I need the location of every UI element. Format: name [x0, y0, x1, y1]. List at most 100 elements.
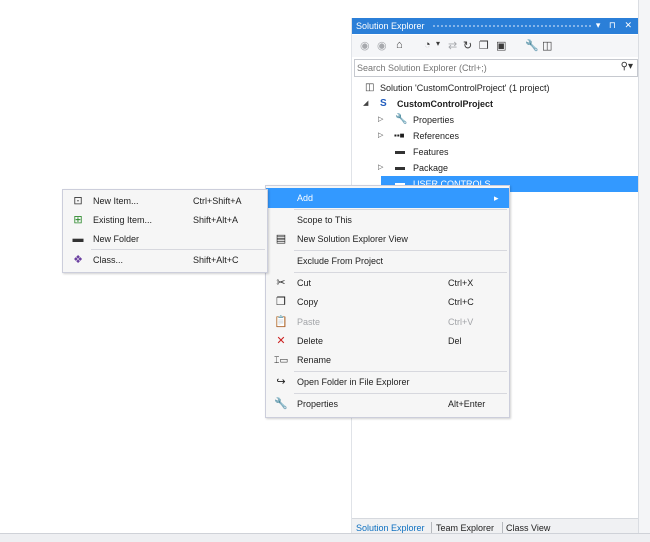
submenu-arrow-icon: ▸ [494, 193, 499, 203]
menu-item-scope-to-this[interactable]: Scope to This [266, 210, 509, 230]
collapse-all-icon[interactable]: ❐ [479, 39, 489, 52]
menu-item-label: Rename [297, 355, 332, 365]
menu-item-shortcut: Del [448, 336, 462, 346]
tree-project[interactable]: ◢ S CustomControlProject [352, 96, 638, 112]
menu-item-rename[interactable]: ⌶▭ Rename [266, 350, 509, 370]
sync-icon[interactable]: ⇄ [448, 39, 457, 52]
menu-item-label: Existing Item... [93, 215, 153, 225]
tree-item-label: Properties [413, 115, 455, 125]
menu-item-shortcut: Alt+Enter [448, 399, 486, 409]
home-icon[interactable]: ⌂ [396, 39, 403, 51]
tab-divider [502, 522, 503, 533]
tab-class-view[interactable]: Class View [506, 523, 550, 533]
menu-item-label: New Folder [93, 234, 140, 244]
context-menu: Add ▸ Scope to This ▤ New Solution Explo… [265, 185, 510, 418]
open-folder-icon: ↪ [276, 376, 286, 388]
search-box[interactable]: ⚲▾ [354, 59, 638, 77]
search-input[interactable] [357, 61, 607, 74]
folder-icon: ▬ [395, 146, 405, 157]
menu-item-paste[interactable]: 📋 Paste Ctrl+V [266, 312, 509, 332]
properties-icon[interactable]: 🔧 [525, 39, 539, 52]
class-icon: ❖ [73, 254, 83, 266]
add-submenu: ⊡ New Item... Ctrl+Shift+A ⊞ Existing It… [62, 189, 268, 273]
menu-item-label: Open Folder in File Explorer [297, 377, 410, 387]
solution-explorer-titlebar: Solution Explorer ▾ ⊓ ✕ [352, 18, 638, 34]
expand-arrow-icon[interactable]: ▷ [378, 128, 383, 144]
submenu-item-class[interactable]: ❖ Class... Shift+Alt+C [63, 250, 267, 270]
tab-team-explorer[interactable]: Team Explorer [436, 523, 494, 533]
wrench-icon: 🔧 [274, 398, 288, 410]
copy-icon: ❐ [276, 296, 286, 308]
tree-item-features[interactable]: ▬ Features [352, 144, 638, 160]
menu-item-shortcut: Ctrl+X [448, 278, 474, 288]
menu-item-label: Delete [297, 336, 324, 346]
menu-item-open-folder[interactable]: ↪ Open Folder in File Explorer [266, 372, 509, 392]
menu-item-shortcut: Ctrl+Shift+A [193, 196, 242, 206]
project-icon: S [380, 98, 387, 109]
menu-item-label: Exclude From Project [297, 256, 384, 266]
submenu-item-existing-item[interactable]: ⊞ Existing Item... Shift+Alt+A [63, 210, 267, 230]
menu-item-shortcut: Shift+Alt+C [193, 255, 239, 265]
menu-item-label: Properties [297, 399, 339, 409]
menu-item-label: Scope to This [297, 215, 352, 225]
menu-item-exclude-from-project[interactable]: Exclude From Project [266, 251, 509, 271]
tab-solution-explorer[interactable]: Solution Explorer [356, 523, 425, 533]
menu-item-label: Copy [297, 297, 319, 307]
menu-item-label: New Solution Explorer View [297, 234, 408, 244]
rename-icon: ⌶▭ [274, 355, 288, 365]
preview-icon[interactable]: ◫ [542, 39, 552, 52]
tree-item-package[interactable]: ▷ ▬ Package [352, 160, 638, 176]
new-item-icon: ⊡ [73, 195, 83, 207]
menu-item-label: Add [297, 193, 314, 203]
paste-icon: 📋 [274, 316, 288, 328]
menu-item-delete[interactable]: ✕ Delete Del [266, 331, 509, 351]
menu-item-shortcut: Ctrl+V [448, 317, 474, 327]
search-icon[interactable]: ⚲▾ [621, 61, 633, 72]
new-folder-icon: ▬ [72, 233, 84, 245]
refresh-icon[interactable]: ↻ [463, 39, 472, 52]
submenu-item-new-item[interactable]: ⊡ New Item... Ctrl+Shift+A [63, 191, 267, 211]
tree-item-references[interactable]: ▷ ▪▪■ References [352, 128, 638, 144]
solution-icon: ◫ [365, 82, 375, 93]
tree-solution-label: Solution 'CustomControlProject' (1 proje… [380, 83, 550, 93]
tree-item-label: Features [413, 147, 449, 157]
menu-item-cut[interactable]: ✂ Cut Ctrl+X [266, 273, 509, 293]
menu-item-properties[interactable]: 🔧 Properties Alt+Enter [266, 394, 509, 414]
tree-item-label: References [413, 131, 460, 141]
title-buttons[interactable]: ▾ ⊓ ✕ [596, 20, 635, 31]
collapse-arrow-icon[interactable]: ◢ [363, 96, 368, 112]
menu-item-new-solution-explorer-view[interactable]: ▤ New Solution Explorer View [266, 229, 509, 249]
delete-icon: ✕ [276, 335, 286, 347]
expand-arrow-icon[interactable]: ▷ [378, 160, 383, 176]
expand-arrow-icon[interactable]: ▷ [378, 112, 383, 128]
tree-item-label: Package [413, 163, 449, 173]
menu-item-label: Class... [93, 255, 124, 265]
existing-item-icon: ⊞ [73, 214, 83, 226]
menu-item-label: New Item... [93, 196, 139, 206]
panel-title: Solution Explorer [356, 21, 425, 31]
tree-project-label: CustomControlProject [397, 99, 494, 109]
show-all-files-icon[interactable]: ▣ [496, 39, 506, 52]
forward-icon[interactable]: ◉ [377, 39, 387, 52]
title-grip [432, 24, 592, 29]
package-icon: ▬ [395, 162, 405, 173]
menu-item-label: Paste [297, 317, 321, 327]
submenu-item-new-folder[interactable]: ▬ New Folder [63, 229, 267, 249]
history-icon[interactable]: ◔ [424, 39, 431, 51]
menu-item-add[interactable]: Add ▸ [266, 188, 509, 208]
menu-item-shortcut: Shift+Alt+A [193, 215, 239, 225]
dropdown-icon[interactable]: ▾ [436, 39, 440, 48]
scissors-icon: ✂ [276, 277, 286, 289]
tree-item-properties[interactable]: ▷ 🔧 Properties [352, 112, 638, 128]
vertical-scrollbar[interactable] [638, 0, 650, 537]
back-icon[interactable]: ◉ [360, 39, 370, 52]
solution-explorer-toolbar: ◉ ◉ ⌂ ◔ ▾ ⇄ ↻ ❐ ▣ 🔧 ◫ [352, 35, 638, 57]
tab-divider [431, 522, 432, 533]
wrench-icon: 🔧 [395, 114, 408, 125]
menu-item-shortcut: Ctrl+C [448, 297, 474, 307]
menu-item-label: Cut [297, 278, 312, 288]
references-icon: ▪▪■ [394, 131, 405, 140]
tree-solution[interactable]: ◫ Solution 'CustomControlProject' (1 pro… [352, 80, 638, 96]
menu-item-copy[interactable]: ❐ Copy Ctrl+C [266, 292, 509, 312]
new-view-icon: ▤ [275, 233, 287, 245]
